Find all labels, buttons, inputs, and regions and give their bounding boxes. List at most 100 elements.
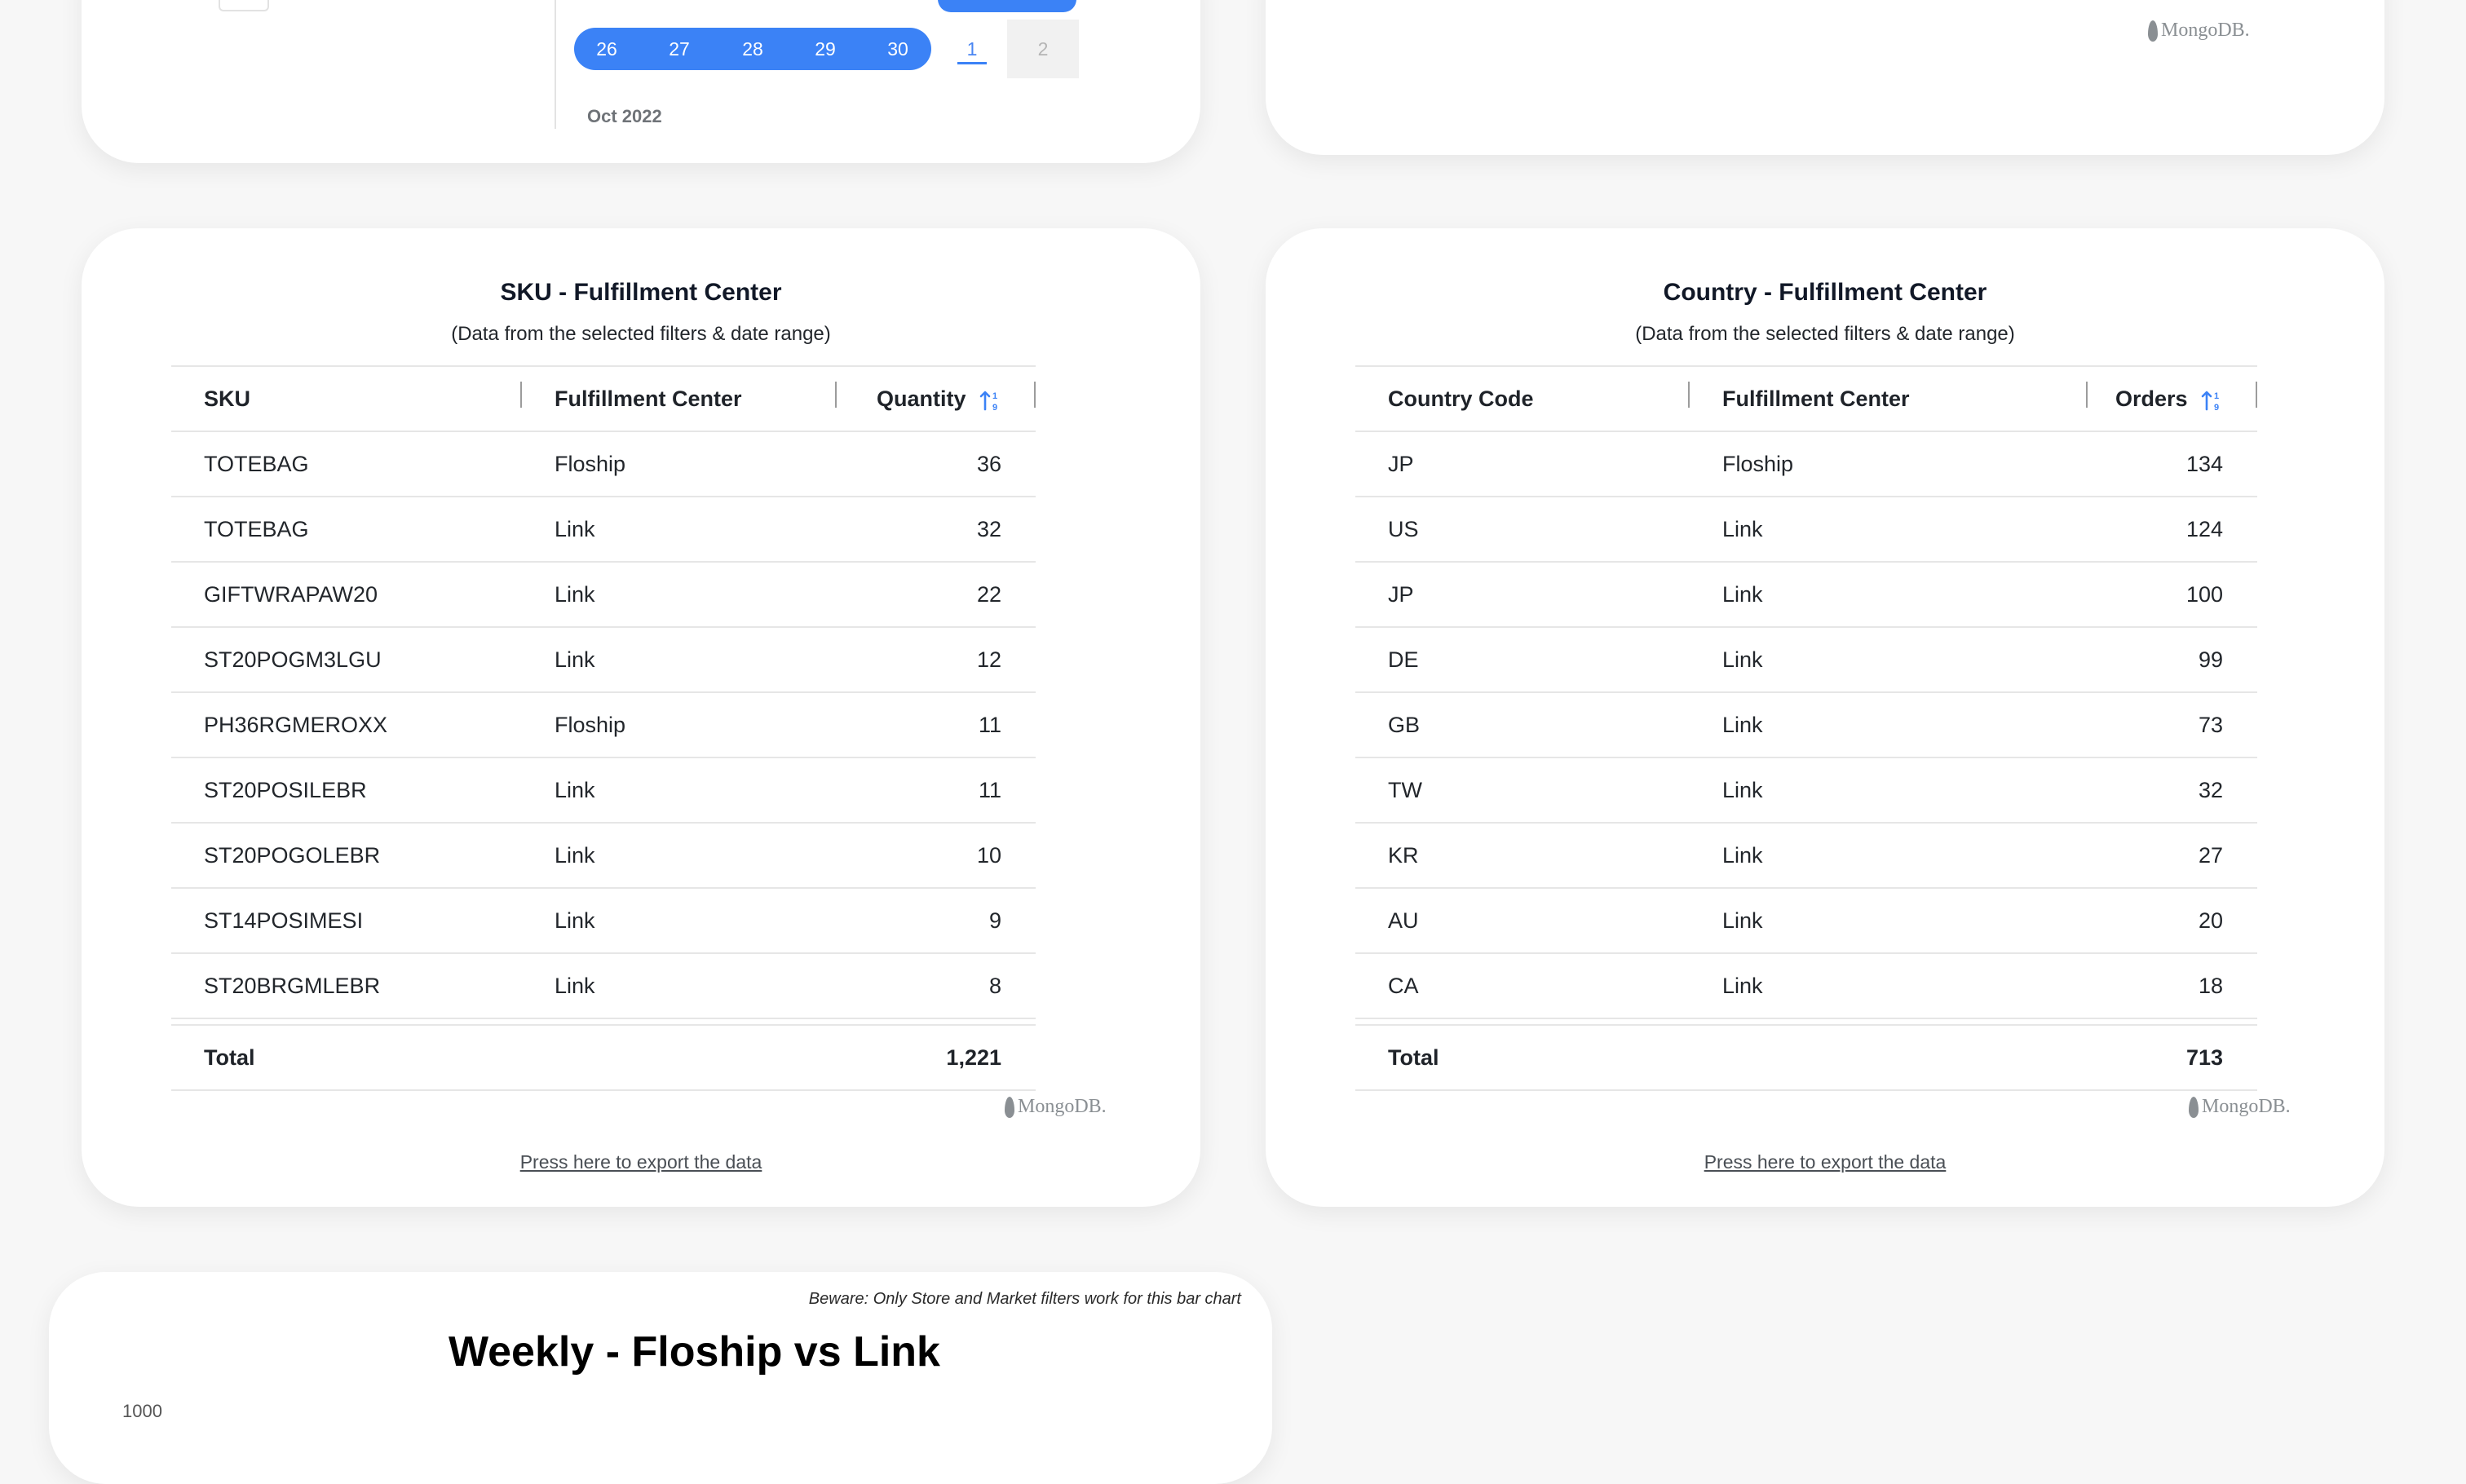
calendar-divider [555, 0, 556, 129]
column-header-fulfillment-center[interactable]: Fulfillment Center [555, 367, 742, 431]
chart-title: Weekly - Floship vs Link [449, 1328, 940, 1376]
calendar-day-disabled: 2 [1007, 20, 1079, 78]
cell-value: 8 [988, 974, 1001, 998]
cell-fulfillment-center: Floship [1722, 452, 1794, 476]
cell-key: TOTEBAG [204, 517, 309, 541]
svg-text:9: 9 [992, 403, 997, 413]
cell-key: ST20POGOLEBR [204, 843, 381, 868]
mongodb-logo-text: MongoDB. [2161, 20, 2250, 41]
cell-value: 99 [2198, 647, 2223, 672]
table-row: ST14POSIMESI Link 9 [171, 889, 1036, 954]
cell-fulfillment-center: Link [555, 778, 595, 802]
cell-fulfillment-center: Link [1722, 713, 1763, 737]
table-row: GB Link 73 [1355, 693, 2257, 758]
export-data-link[interactable]: Press here to export the data [82, 1151, 1200, 1173]
cell-value: 22 [976, 582, 1001, 607]
mongodb-logo: MongoDB. [1005, 1096, 1107, 1118]
table-row: DE Link 99 [1355, 628, 2257, 693]
cell-key: CA [1388, 974, 1419, 998]
column-resize-handle[interactable] [1688, 382, 1690, 408]
table-row: TOTEBAG Floship 36 [171, 432, 1036, 497]
cell-value: 20 [2198, 908, 2223, 933]
weekly-chart-card: Beware: Only Store and Market filters wo… [49, 1272, 1272, 1484]
cell-value: 18 [2198, 974, 2223, 998]
table-row: TW Link 32 [1355, 758, 2257, 824]
cell-key: JP [1388, 582, 1414, 607]
cell-key: KR [1388, 843, 1419, 868]
chart-card-top-right: MongoDB. [1266, 0, 2384, 155]
cell-fulfillment-center: Floship [555, 452, 626, 476]
cell-fulfillment-center: Link [555, 647, 595, 672]
mongodb-logo: MongoDB. [2189, 1096, 2291, 1118]
cell-fulfillment-center: Link [1722, 908, 1763, 933]
chart-filter-note: Beware: Only Store and Market filters wo… [808, 1290, 1241, 1308]
table-row: JP Link 100 [1355, 563, 2257, 628]
svg-text:1: 1 [2214, 391, 2219, 401]
column-resize-handle[interactable] [2256, 382, 2257, 408]
export-data-link[interactable]: Press here to export the data [1266, 1151, 2384, 1173]
total-value: 713 [2185, 1045, 2223, 1070]
cell-fulfillment-center: Link [1722, 974, 1763, 998]
cell-value: 32 [976, 517, 1001, 541]
table-row: KR Link 27 [1355, 824, 2257, 889]
cell-fulfillment-center: Link [555, 974, 595, 998]
calendar-day[interactable]: 27 [647, 28, 712, 70]
table-total-row: Total 1,221 [171, 1024, 1036, 1091]
cell-key: TW [1388, 778, 1422, 802]
calendar-day[interactable]: 30 [865, 28, 930, 70]
cell-key: GB [1388, 713, 1421, 737]
cell-key: TOTEBAG [204, 452, 309, 476]
column-resize-handle[interactable] [1034, 382, 1036, 408]
cell-key: US [1388, 517, 1419, 541]
cell-key: ST20BRGMLEBR [204, 974, 381, 998]
sku-fulfillment-card: SKU - Fulfillment Center (Data from the … [82, 228, 1200, 1207]
cell-key: ST20POGM3LGU [204, 647, 382, 672]
column-header-orders[interactable]: Orders 1 9 [2115, 367, 2225, 431]
total-value: 1,221 [946, 1045, 1001, 1070]
cell-value: 32 [2198, 778, 2223, 802]
cell-value: 11 [978, 713, 1001, 737]
mongodb-leaf-icon [2148, 20, 2158, 42]
calendar-control-box[interactable] [219, 0, 269, 11]
calendar-day[interactable]: 29 [793, 28, 858, 70]
cell-fulfillment-center: Link [555, 517, 595, 541]
column-header-country-code[interactable]: Country Code [1388, 367, 1534, 431]
table-row: GIFTWRAPAW20 Link 22 [171, 563, 1036, 628]
calendar-month-label: Oct 2022 [587, 106, 662, 126]
column-resize-handle[interactable] [520, 382, 522, 408]
cell-value: 100 [2185, 582, 2223, 607]
calendar-previous-week-selection [938, 0, 1076, 12]
column-header-fulfillment-center[interactable]: Fulfillment Center [1722, 367, 1910, 431]
cell-value: 9 [988, 908, 1001, 933]
cell-key: GIFTWRAPAW20 [204, 582, 378, 607]
calendar-day[interactable]: 26 [574, 28, 639, 70]
mongodb-logo-text: MongoDB. [1018, 1096, 1107, 1117]
mongodb-leaf-icon [2189, 1096, 2199, 1118]
card-subtitle: (Data from the selected filters & date r… [1635, 323, 2015, 345]
svg-text:1: 1 [992, 391, 997, 401]
column-header-label: Orders [2115, 386, 2188, 411]
cell-key: JP [1388, 452, 1414, 476]
cell-key: AU [1388, 908, 1419, 933]
mongodb-leaf-icon [1005, 1096, 1014, 1118]
cell-value: 27 [2198, 843, 2223, 868]
sort-ascending-icon[interactable]: 1 9 [979, 388, 1003, 413]
cell-value: 11 [978, 778, 1001, 802]
cell-key: DE [1388, 647, 1419, 672]
cell-fulfillment-center: Link [555, 582, 595, 607]
cell-fulfillment-center: Link [1722, 778, 1763, 802]
table-row: ST20BRGMLEBR Link 8 [171, 954, 1036, 1019]
column-header-quantity[interactable]: Quantity 1 9 [877, 367, 1003, 431]
column-resize-handle[interactable] [2086, 382, 2088, 408]
cell-value: 134 [2185, 452, 2223, 476]
calendar-today-underline [957, 62, 987, 64]
cell-fulfillment-center: Link [555, 908, 595, 933]
cell-key: ST14POSIMESI [204, 908, 364, 933]
cell-value: 12 [976, 647, 1001, 672]
column-header-sku[interactable]: SKU [204, 367, 250, 431]
column-resize-handle[interactable] [835, 382, 837, 408]
calendar-day[interactable]: 28 [720, 28, 785, 70]
sort-ascending-icon[interactable]: 1 9 [2200, 388, 2225, 413]
cell-fulfillment-center: Link [1722, 843, 1763, 868]
cell-key: ST20POSILEBR [204, 778, 367, 802]
